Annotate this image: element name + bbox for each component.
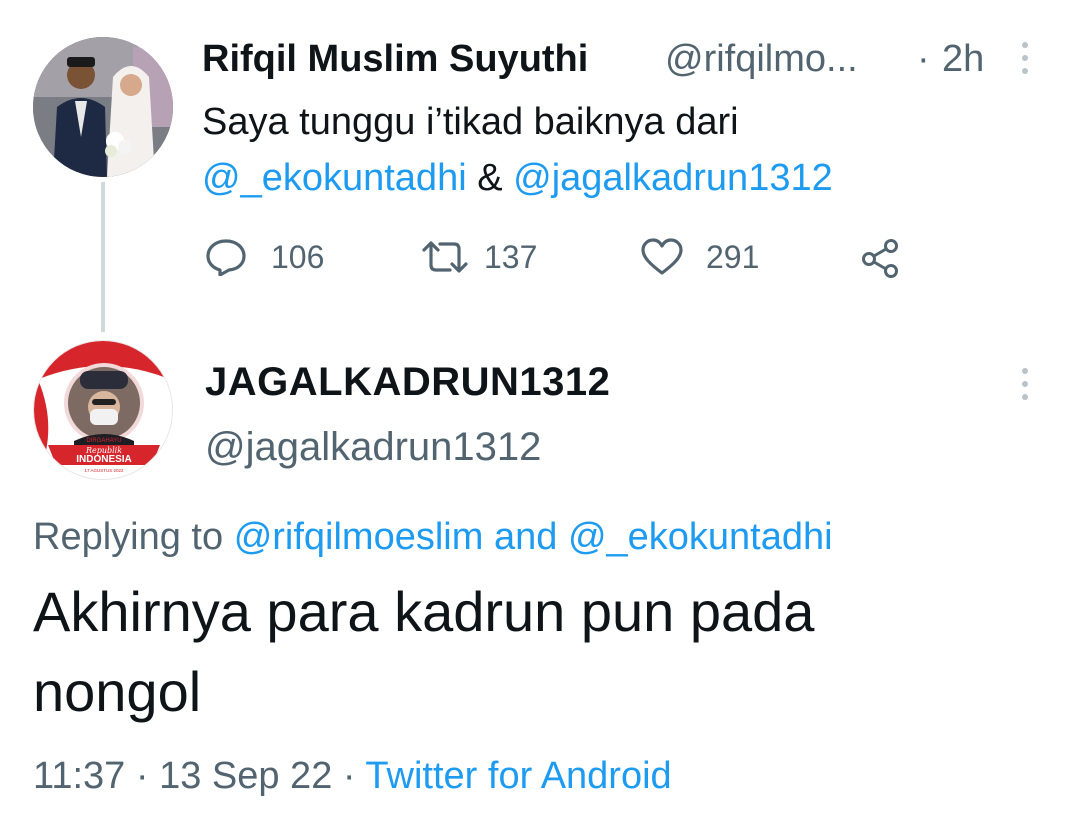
wedding-photo — [33, 37, 173, 177]
parent-avatar[interactable] — [33, 37, 173, 177]
parent-display-name[interactable]: Rifqil Muslim Suyuthi — [202, 38, 588, 81]
tweet-meta: 11:37 · 13 Sep 22 · Twitter for Android — [33, 755, 672, 798]
meta-separator: · — [135, 755, 149, 797]
parent-tweet-text: Saya tunggu i’tikad baiknya dari @_ekoku… — [202, 94, 833, 206]
more-options-icon[interactable] — [1022, 368, 1028, 400]
replying-label: Replying to — [33, 516, 224, 558]
badge-date-text: 17 AGUSTUS 2022 — [84, 468, 124, 473]
reply-avatar[interactable]: DIRGAHAYU Republik INDONESIA 17 AGUSTUS … — [33, 340, 173, 480]
parent-handle[interactable]: @rifqilmo... — [665, 38, 858, 81]
like-count: 291 — [706, 238, 760, 275]
more-options-icon[interactable] — [1022, 42, 1028, 74]
parent-text-line-2: @_ekokuntadhi & @jagalkadrun1312 — [202, 150, 833, 206]
reply-action[interactable]: 106 — [205, 238, 324, 276]
tweet-time[interactable]: 11:37 — [33, 755, 125, 797]
tweet-date[interactable]: 13 Sep 22 — [159, 755, 332, 797]
replying-and[interactable]: and — [494, 516, 557, 558]
replying-mention[interactable]: @_ekokuntadhi — [568, 516, 833, 558]
reply-text-line-2: nongol — [33, 660, 202, 723]
reply-display-name[interactable]: JAGALKADRUN1312 — [205, 360, 610, 405]
parent-text-line-1: Saya tunggu i’tikad baiknya dari — [202, 101, 739, 143]
reply-icon — [206, 239, 246, 276]
reply-tweet-text: Akhirnya para kadrun pun pada nongol — [33, 572, 814, 732]
retweet-icon — [422, 241, 468, 273]
reply-count: 106 — [271, 238, 325, 275]
replying-to-line: Replying to @rifqilmoeslim and @_ekokunt… — [33, 516, 833, 559]
retweet-action[interactable]: 137 — [420, 238, 537, 276]
tweet-source-link[interactable]: Twitter for Android — [365, 755, 671, 797]
meta-separator: · — [342, 755, 356, 797]
like-icon — [641, 238, 683, 275]
share-button[interactable] — [860, 238, 902, 283]
reply-text-line-1: Akhirnya para kadrun pun pada — [33, 580, 815, 643]
mention-link[interactable]: @_ekokuntadhi — [202, 157, 467, 199]
share-icon — [862, 239, 898, 278]
badge-main-text: INDONESIA — [76, 454, 132, 465]
thread-connector-line — [101, 182, 105, 332]
mention-link[interactable]: @jagalkadrun1312 — [513, 157, 833, 199]
ampersand: & — [477, 157, 503, 199]
like-action[interactable]: 291 — [640, 238, 759, 276]
replying-mention[interactable]: @rifqilmoeslim — [234, 516, 484, 558]
parent-timestamp[interactable]: 2h — [942, 38, 984, 81]
reply-handle[interactable]: @jagalkadrun1312 — [205, 425, 541, 470]
retweet-count: 137 — [484, 238, 538, 275]
badge-top-text: DIRGAHAYU — [86, 438, 121, 444]
parent-separator: · — [917, 38, 930, 80]
independence-day-avatar: DIRGAHAYU Republik INDONESIA 17 AGUSTUS … — [34, 341, 172, 479]
